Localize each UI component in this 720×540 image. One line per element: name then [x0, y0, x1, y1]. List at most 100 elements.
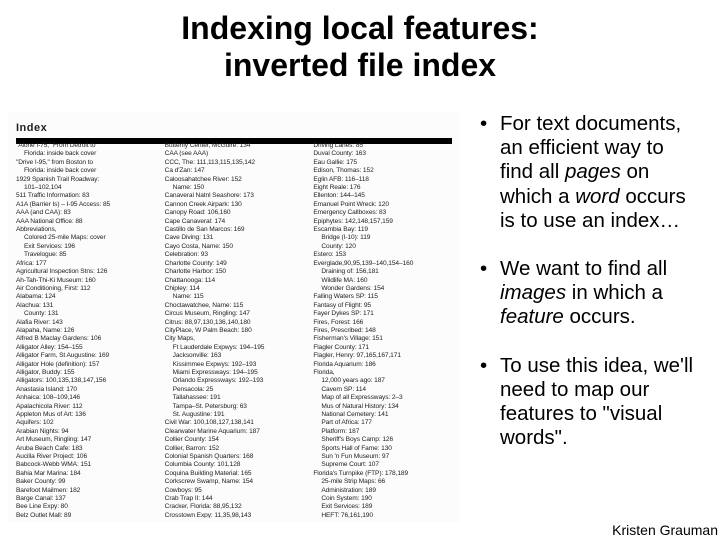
index-entry: Cayo Costa, Name: 150 [165, 243, 304, 251]
index-entry: Administration: 189 [313, 487, 452, 495]
index-entry: Emanuel Point Wreck: 120 [313, 201, 452, 209]
index-entry: Sheriff's Boys Camp: 126 [313, 436, 452, 444]
index-entry: Appleton Mus of Art: 136 [16, 411, 155, 419]
index-entry: HEFT: 76,161,190 [313, 512, 452, 518]
index-entry: Platform: 187 [313, 428, 452, 436]
index-entry: Aucilla River Project: 106 [16, 453, 155, 461]
index-entry: Part of Africa: 177 [313, 419, 452, 427]
index-entry: CCC, The: 111,113,115,135,142 [165, 159, 304, 167]
index-entry: Charlotte Harbor: 150 [165, 268, 304, 276]
index-entry: Civil War: 100,108,127,138,141 [165, 419, 304, 427]
index-entry: Air Conditioning, First: 112 [16, 285, 155, 293]
index-entry: 101–102,104 [16, 184, 155, 192]
index-entry: Florida's Turnpike (FTP): 178,189 [313, 470, 452, 478]
bullet-list: For text documents, an efficient way to … [480, 112, 702, 450]
index-entry: 1929 Spanish Trail Roadway: [16, 176, 155, 184]
index-column-2: Butterfly Center, McGuire: 134CAA (see A… [165, 142, 304, 518]
index-column-3: Driving Lanes: 85Duval County: 163Eau Ga… [313, 142, 452, 518]
index-entry: Exit Services: 196 [16, 243, 155, 251]
index-entry: Citrus: 88,97,130,136,140,180 [165, 319, 304, 327]
index-entry: Florida: inside back cover [16, 167, 155, 175]
index-entry: Tallahassee: 191 [165, 394, 304, 402]
index-entry: Draining of: 156,181 [313, 268, 452, 276]
index-entry: Estero: 153 [313, 251, 452, 259]
index-entry: City Maps, [165, 335, 304, 343]
index-entry: CAA (see AAA) [165, 150, 304, 158]
index-entry: Crosstown Expy: 11,35,98,143 [165, 512, 304, 518]
index-entry: Cavern SP: 114 [313, 386, 452, 394]
index-entry: Anastasia Island: 170 [16, 386, 155, 394]
index-image: Index "Alone I-75," From Detroit to Flori… [8, 112, 460, 522]
index-entry: Mus of Natural History: 134 [313, 403, 452, 411]
index-entry: Cowboys: 95 [165, 487, 304, 495]
index-entry: Abbreviations, [16, 226, 155, 234]
index-entry: Alligator Alley: 154–155 [16, 344, 155, 352]
index-entry: Bee Line Expy: 80 [16, 503, 155, 511]
index-entry: Colored 25-mile Maps: cover [16, 234, 155, 242]
index-entry: Ca d'Zan: 147 [165, 167, 304, 175]
index-entry: Supreme Court: 107 [313, 461, 452, 469]
index-entry: Alligator, Buddy: 155 [16, 369, 155, 377]
index-entry: Driving Lanes: 85 [313, 142, 452, 150]
index-entry: Flagler County: 171 [313, 344, 452, 352]
index-entry: A1A (Barrier Is) – I-95 Access: 85 [16, 201, 155, 209]
title-line-2: inverted file index [224, 47, 496, 83]
index-entry: Clearwater Marine Aquarium: 187 [165, 428, 304, 436]
index-entry: Collier County: 154 [165, 436, 304, 444]
index-entry: Belz Outlet Mall: 89 [16, 512, 155, 518]
index-entry: Orlando Expressways: 192–193 [165, 377, 304, 385]
bullet-region: For text documents, an efficient way to … [460, 112, 720, 540]
index-entry: Ah-Tah-Thi-Ki Museum: 160 [16, 277, 155, 285]
index-entry: Alabama: 124 [16, 293, 155, 301]
index-entry: Escambia Bay: 119 [313, 226, 452, 234]
index-entry: Eau Gallie: 175 [313, 159, 452, 167]
index-entry: Coin System: 190 [313, 495, 452, 503]
index-header-label: Index [16, 122, 47, 134]
index-entry: Eight Reale: 176 [313, 184, 452, 192]
index-entry: 511 Traffic Information: 83 [16, 192, 155, 200]
index-entry: Cape Canaveral: 174 [165, 218, 304, 226]
index-entry: Collier, Barron: 152 [165, 445, 304, 453]
index-entry: Cave Diving: 131 [165, 234, 304, 242]
index-entry: Caloosahatchee River: 152 [165, 176, 304, 184]
index-entry: Arabian Nights: 94 [16, 428, 155, 436]
index-entry: Name: 150 [165, 184, 304, 192]
index-entry: AAA (and CAA): 83 [16, 209, 155, 217]
index-entry: Castillo de San Marcos: 169 [165, 226, 304, 234]
index-entry: Map of all Expressways: 2–3 [313, 394, 452, 402]
index-entry: Coquina Building Material: 165 [165, 470, 304, 478]
index-entry: Florida Aquarium: 186 [313, 361, 452, 369]
index-column-1: "Alone I-75," From Detroit to Florida: in… [16, 142, 155, 518]
index-entry: Crab Trap II: 144 [165, 495, 304, 503]
index-entry: Exit Services: 189 [313, 503, 452, 511]
index-entry: Alligator Hole (definition): 157 [16, 361, 155, 369]
index-entry: Corkscrew Swamp, Name: 154 [165, 478, 304, 486]
index-entry: Wildlife MA: 160 [313, 277, 452, 285]
index-entry: Apalachicola River: 112 [16, 403, 155, 411]
index-entry: Agricultural Inspection Stns: 126 [16, 268, 155, 276]
index-entry: CityPlace, W Palm Beach: 180 [165, 327, 304, 335]
index-entry: Falling Waters SP: 115 [313, 293, 452, 301]
index-entry: County: 131 [16, 310, 155, 318]
index-entry: Chipley: 114 [165, 285, 304, 293]
index-entry: Canopy Road: 106,160 [165, 209, 304, 217]
index-entry: AAA National Office: 88 [16, 218, 155, 226]
index-entry: Name: 115 [165, 293, 304, 301]
slide: Indexing local features: inverted file i… [0, 0, 720, 540]
index-entry: Kissimmee Expwys: 192–193 [165, 361, 304, 369]
index-entry: Epiphytes: 142,148,157,159 [313, 218, 452, 226]
index-entry: Miami Expressways: 194–195 [165, 369, 304, 377]
index-entry: Sun 'n Fun Museum: 97 [313, 453, 452, 461]
index-entry: National Cemetery: 141 [313, 411, 452, 419]
title-line-1: Indexing local features: [181, 10, 538, 46]
index-entry: Fayer Dykes SP: 171 [313, 310, 452, 318]
index-entry: Edison, Thomas: 152 [313, 167, 452, 175]
credit: Kristen Grauman [612, 522, 718, 538]
content-area: Index "Alone I-75," From Detroit to Flori… [0, 112, 720, 540]
index-entry: Fisherman's Village: 151 [313, 335, 452, 343]
index-entry: 12,000 years ago: 187 [313, 377, 452, 385]
bullet-2: We want to find all images in which a fe… [480, 257, 702, 330]
index-entry: Aquifers: 102 [16, 419, 155, 427]
index-entry: Travelogue: 85 [16, 251, 155, 259]
index-entry: "Alone I-75," From Detroit to [16, 142, 155, 150]
